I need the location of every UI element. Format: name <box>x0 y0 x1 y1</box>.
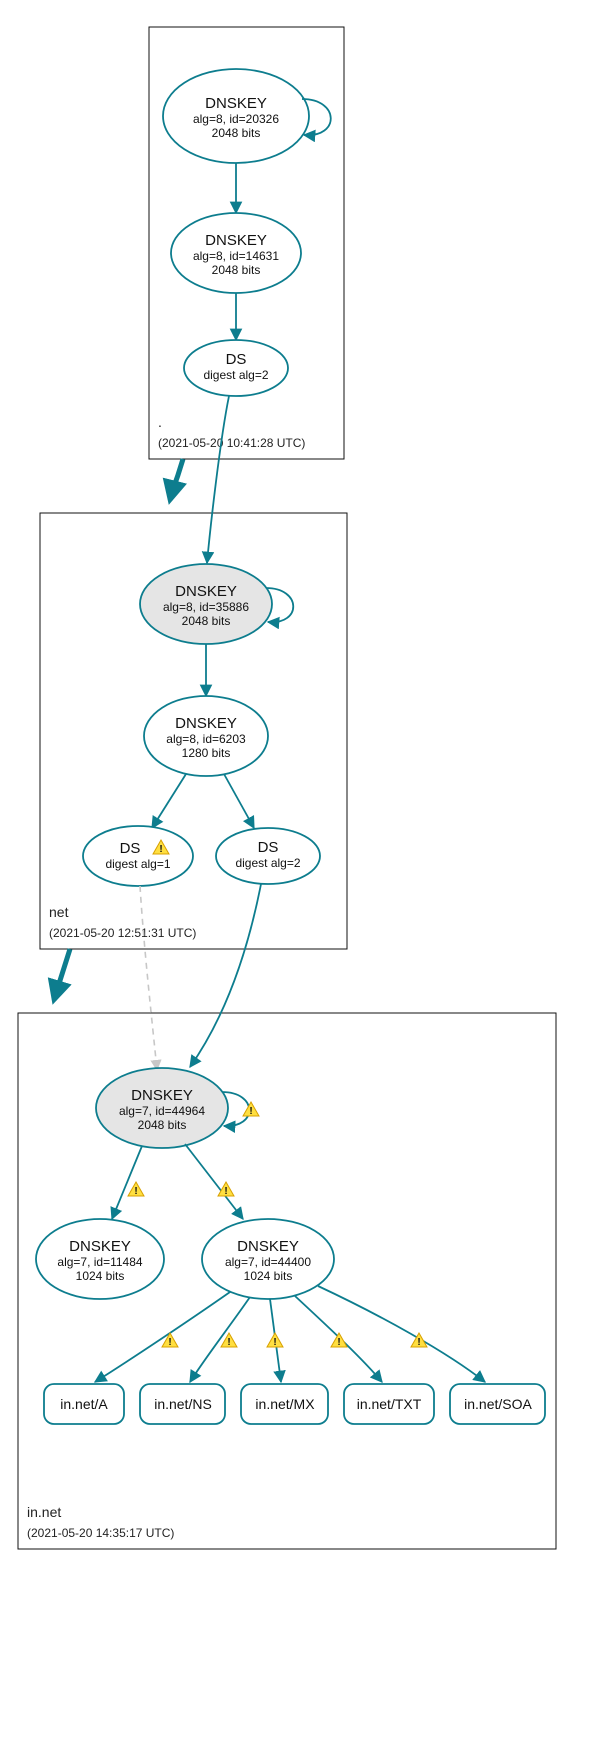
net-ksk-l3: 2048 bits <box>182 614 231 628</box>
edge-innetksk-zsk1 <box>112 1146 142 1219</box>
root-ds-title: DS <box>226 351 247 368</box>
zone-innet-name: in.net <box>27 1504 61 1520</box>
svg-text:!: ! <box>249 1106 252 1117</box>
root-ds-l2: digest alg=2 <box>203 368 268 382</box>
edge-deleg-root-net <box>170 459 183 500</box>
edge-ds2-innetksk <box>190 884 261 1067</box>
net-ksk-title: DNSKEY <box>175 583 237 600</box>
net-ds1-l2: digest alg=1 <box>105 857 170 871</box>
zone-root-ts: (2021-05-20 10:41:28 UTC) <box>158 436 305 450</box>
rrset-a-label: in.net/A <box>60 1396 108 1412</box>
root-ksk-l2: alg=8, id=20326 <box>193 112 279 126</box>
root-ksk-title: DNSKEY <box>205 95 267 112</box>
innet-zsk2-l2: alg=7, id=44400 <box>225 1255 311 1269</box>
node-innet-zsk1: DNSKEY alg=7, id=11484 1024 bits <box>36 1219 164 1299</box>
edge-ds1-innetksk <box>140 886 157 1070</box>
warning-icon: ! <box>162 1333 178 1348</box>
svg-text:!: ! <box>417 1337 420 1348</box>
svg-text:!: ! <box>224 1186 227 1197</box>
root-zsk-l2: alg=8, id=14631 <box>193 249 279 263</box>
svg-text:!: ! <box>273 1337 276 1348</box>
svg-text:!: ! <box>159 844 162 855</box>
innet-zsk1-title: DNSKEY <box>69 1238 131 1255</box>
rrset-txt-label: in.net/TXT <box>357 1396 422 1412</box>
node-root-zsk: DNSKEY alg=8, id=14631 2048 bits <box>171 213 301 293</box>
rrset-a: in.net/A <box>44 1384 124 1424</box>
rrset-ns-label: in.net/NS <box>154 1396 212 1412</box>
node-root-ksk: DNSKEY alg=8, id=20326 2048 bits <box>163 69 309 163</box>
net-zsk-title: DNSKEY <box>175 715 237 732</box>
edge-netzsk-ds1 <box>152 774 186 828</box>
innet-zsk2-l3: 1024 bits <box>244 1269 293 1283</box>
node-net-ksk: DNSKEY alg=8, id=35886 2048 bits <box>140 564 272 644</box>
node-root-ds: DS digest alg=2 <box>184 340 288 396</box>
net-ds1-title: DS <box>120 840 141 857</box>
node-innet-zsk2: DNSKEY alg=7, id=44400 1024 bits <box>202 1219 334 1299</box>
innet-ksk-l3: 2048 bits <box>138 1118 187 1132</box>
zone-net-ts: (2021-05-20 12:51:31 UTC) <box>49 926 196 940</box>
innet-zsk1-l2: alg=7, id=11484 <box>57 1255 143 1269</box>
innet-zsk1-l3: 1024 bits <box>76 1269 125 1283</box>
warning-icon: ! <box>331 1333 347 1348</box>
edge-zsk2-soa <box>318 1286 485 1382</box>
net-ksk-l2: alg=8, id=35886 <box>163 600 249 614</box>
rrset-soa: in.net/SOA <box>450 1384 545 1424</box>
innet-zsk2-title: DNSKEY <box>237 1238 299 1255</box>
node-innet-ksk: DNSKEY alg=7, id=44964 2048 bits <box>96 1068 228 1148</box>
zone-root-name: . <box>158 414 162 430</box>
edge-innetksk-zsk2 <box>185 1144 243 1219</box>
node-net-ds2: DS digest alg=2 <box>216 828 320 884</box>
svg-text:!: ! <box>134 1186 137 1197</box>
rrset-mx: in.net/MX <box>241 1384 328 1424</box>
node-net-ds1: DS digest alg=1 ! <box>83 826 193 886</box>
net-zsk-l3: 1280 bits <box>182 746 231 760</box>
rrset-soa-label: in.net/SOA <box>464 1396 532 1412</box>
edge-deleg-net-innet <box>54 949 70 1000</box>
rrset-ns: in.net/NS <box>140 1384 225 1424</box>
warning-icon: ! <box>243 1102 259 1117</box>
zone-innet-ts: (2021-05-20 14:35:17 UTC) <box>27 1526 174 1540</box>
node-net-zsk: DNSKEY alg=8, id=6203 1280 bits <box>144 696 268 776</box>
edge-zsk2-ns <box>190 1297 250 1382</box>
net-zsk-l2: alg=8, id=6203 <box>166 732 246 746</box>
warning-icon: ! <box>128 1182 144 1197</box>
rrset-txt: in.net/TXT <box>344 1384 434 1424</box>
svg-text:!: ! <box>337 1337 340 1348</box>
svg-text:!: ! <box>227 1337 230 1348</box>
edge-netzsk-ds2 <box>224 774 254 828</box>
innet-ksk-l2: alg=7, id=44964 <box>119 1104 205 1118</box>
rrset-mx-label: in.net/MX <box>255 1396 315 1412</box>
innet-ksk-title: DNSKEY <box>131 1087 193 1104</box>
root-ksk-l3: 2048 bits <box>212 126 261 140</box>
edge-zsk2-a <box>95 1292 230 1382</box>
zone-net-name: net <box>49 904 69 920</box>
svg-text:!: ! <box>168 1337 171 1348</box>
root-zsk-l3: 2048 bits <box>212 263 261 277</box>
net-ds2-l2: digest alg=2 <box>235 856 300 870</box>
warning-icon: ! <box>267 1333 283 1348</box>
net-ds2-title: DS <box>258 839 279 856</box>
root-zsk-title: DNSKEY <box>205 232 267 249</box>
edge-rootds-netksk <box>207 396 229 563</box>
